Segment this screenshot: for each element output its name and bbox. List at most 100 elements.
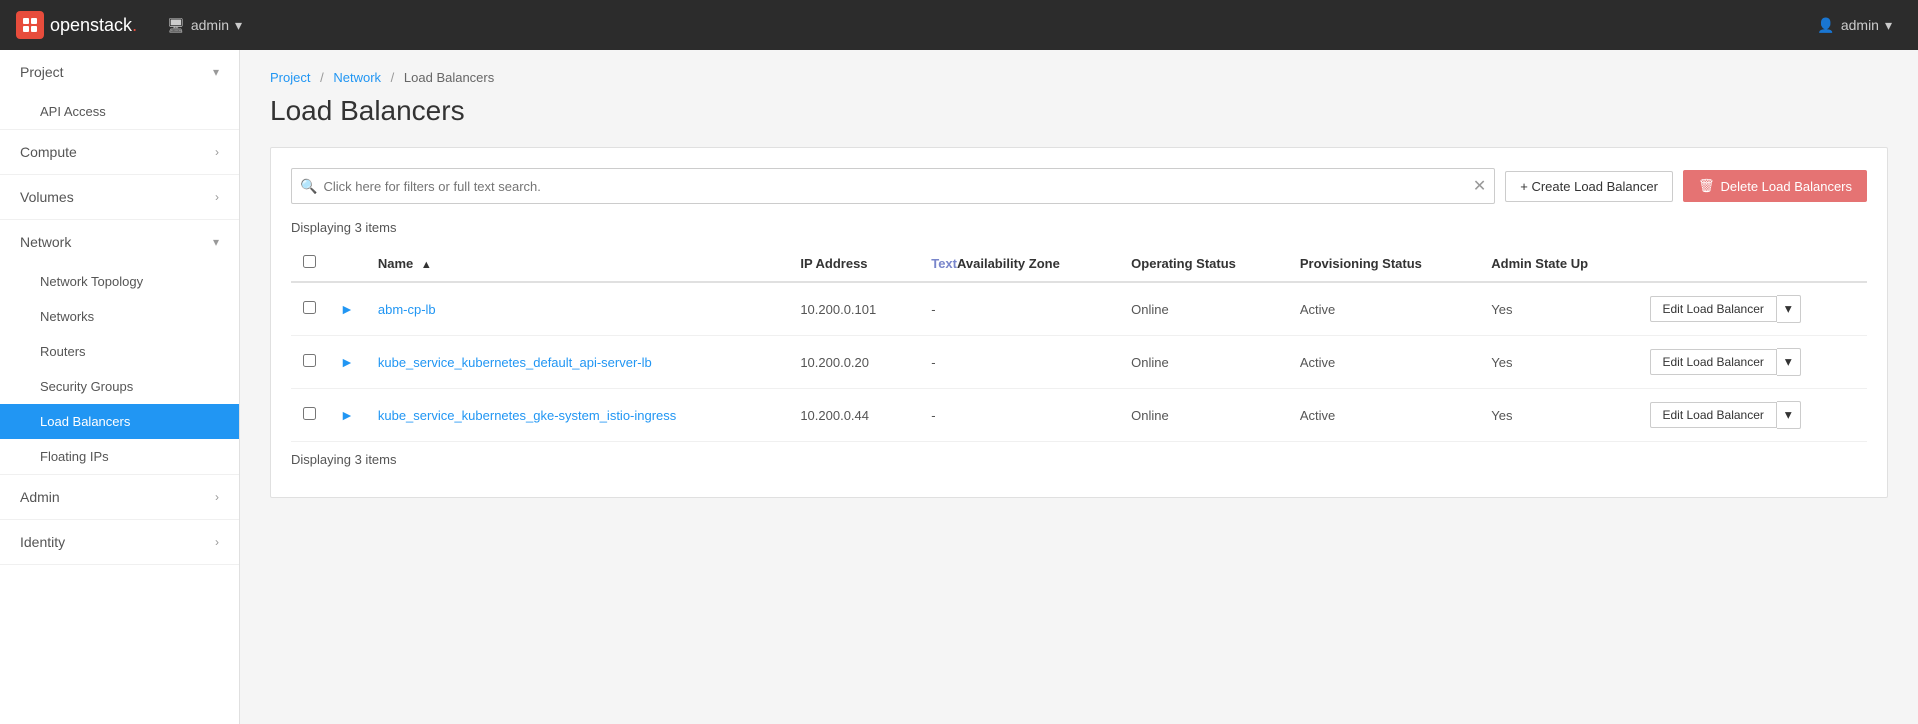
create-load-balancer-button[interactable]: + Create Load Balancer [1505,171,1673,202]
edit-lb-button-0[interactable]: Edit Load Balancer [1650,296,1777,322]
expand-button-2[interactable]: ► [340,407,354,423]
admin-label: Admin [20,489,60,505]
actions-cell-1: Edit Load Balancer ▾ [1638,336,1868,389]
edit-lb-button-2[interactable]: Edit Load Balancer [1650,402,1777,428]
user-icon: 👤 [1817,17,1834,34]
main-content: Project / Network / Load Balancers Load … [240,50,1918,724]
network-section: Network ▾ Network Topology Networks Rout… [0,220,239,475]
row-checkbox-0[interactable] [303,301,316,314]
lb-name-link-1[interactable]: kube_service_kubernetes_default_api-serv… [378,355,652,370]
expand-button-1[interactable]: ► [340,354,354,370]
table-row: ► kube_service_kubernetes_default_api-se… [291,336,1867,389]
availability-zone-cell-1: - [919,336,1119,389]
edit-lb-dropdown-1[interactable]: ▾ [1777,348,1801,376]
breadcrumb: Project / Network / Load Balancers [240,50,1918,85]
sidebar-item-admin[interactable]: Admin › [0,475,239,519]
row-checkbox-cell [291,336,328,389]
admin-state-up-column-header: Admin State Up [1479,245,1637,282]
chevron-down-icon-n: ▾ [213,235,219,249]
search-input[interactable] [323,179,1472,194]
sidebar-item-identity[interactable]: Identity › [0,520,239,564]
user-label: admin [1841,17,1879,33]
ip-address-cell-1: 10.200.0.20 [788,336,919,389]
expand-cell-0: ► [328,282,366,336]
expand-cell-2: ► [328,389,366,442]
user-menu[interactable]: 👤 admin ▾ [1807,11,1902,40]
sidebar-item-compute[interactable]: Compute › [0,130,239,174]
row-checkbox-cell [291,282,328,336]
sidebar: Project ▾ API Access Compute › Volumes ›… [0,50,240,724]
actions-cell-2: Edit Load Balancer ▾ [1638,389,1868,442]
availability-zone-cell-2: - [919,389,1119,442]
logo-text: openstack. [50,15,137,36]
sidebar-item-load-balancers[interactable]: Load Balancers [0,404,239,439]
sidebar-item-volumes[interactable]: Volumes › [0,175,239,219]
search-icon: 🔍 [300,178,317,195]
chevron-right-icon-a: › [215,490,219,504]
actions-cell-0: Edit Load Balancer ▾ [1638,282,1868,336]
name-cell-0: abm-cp-lb [366,282,788,336]
clear-search-icon[interactable]: ✕ [1473,176,1486,196]
user-dropdown-icon: ▾ [1885,17,1892,34]
identity-label: Identity [20,534,65,550]
search-bar: 🔍 ✕ + Create Load Balancer 🗑 Delete Load… [291,168,1867,204]
table-row: ► kube_service_kubernetes_gke-system_ist… [291,389,1867,442]
ip-address-cell-2: 10.200.0.44 [788,389,919,442]
lb-name-link-0[interactable]: abm-cp-lb [378,302,436,317]
admin-section: Admin › [0,475,239,520]
delete-label: Delete Load Balancers [1720,179,1852,194]
breadcrumb-project[interactable]: Project [270,70,310,85]
admin-state-up-cell-1: Yes [1479,336,1637,389]
compute-section: Compute › [0,130,239,175]
admin-project-selector[interactable]: 🖥 admin ▾ [157,11,252,40]
chevron-down-icon: ▾ [213,65,219,79]
breadcrumb-current: Load Balancers [404,70,494,85]
network-label: Network [20,234,71,250]
table-header-row: Name ▲ IP Address TextAvailability Zone … [291,245,1867,282]
admin-project-label: admin [191,17,229,33]
edit-lb-button-1[interactable]: Edit Load Balancer [1650,349,1777,375]
dropdown-icon: ▾ [235,17,242,34]
operating-status-cell-2: Online [1119,389,1288,442]
select-all-checkbox[interactable] [303,255,316,268]
volumes-label: Volumes [20,189,74,205]
openstack-logo: openstack. [16,11,137,39]
load-balancers-table: Name ▲ IP Address TextAvailability Zone … [291,245,1867,442]
trash-icon: 🗑 [1698,178,1715,194]
delete-load-balancers-button[interactable]: 🗑 Delete Load Balancers [1683,170,1867,202]
sidebar-item-network[interactable]: Network ▾ [0,220,239,264]
sidebar-item-project[interactable]: Project ▾ [0,50,239,94]
availability-zone-cell-0: - [919,282,1119,336]
expand-button-0[interactable]: ► [340,301,354,317]
select-all-header [291,245,328,282]
breadcrumb-network[interactable]: Network [333,70,381,85]
edit-lb-dropdown-0[interactable]: ▾ [1777,295,1801,323]
provisioning-status-cell-2: Active [1288,389,1479,442]
sidebar-item-routers[interactable]: Routers [0,334,239,369]
row-checkbox-1[interactable] [303,354,316,367]
sidebar-item-api-access[interactable]: API Access [0,94,239,129]
monitor-icon: 🖥 [167,17,185,34]
admin-state-up-cell-2: Yes [1479,389,1637,442]
navbar-right: 👤 admin ▾ [1807,11,1902,40]
operating-status-cell-1: Online [1119,336,1288,389]
row-checkbox-cell [291,389,328,442]
sidebar-item-security-groups[interactable]: Security Groups [0,369,239,404]
compute-label: Compute [20,144,77,160]
row-checkbox-2[interactable] [303,407,316,420]
sidebar-item-floating-ips[interactable]: Floating IPs [0,439,239,474]
name-cell-2: kube_service_kubernetes_gke-system_istio… [366,389,788,442]
provisioning-status-cell-0: Active [1288,282,1479,336]
search-input-wrap: 🔍 ✕ [291,168,1495,204]
brand: openstack. [16,11,137,39]
sidebar-item-network-topology[interactable]: Network Topology [0,264,239,299]
availability-zone-column-header: TextAvailability Zone [919,245,1119,282]
project-label: Project [20,64,64,80]
displaying-items-top: Displaying 3 items [291,220,1867,235]
edit-lb-dropdown-2[interactable]: ▾ [1777,401,1801,429]
displaying-items-bottom: Displaying 3 items [291,452,1867,467]
content-area: 🔍 ✕ + Create Load Balancer 🗑 Delete Load… [270,147,1888,498]
sidebar-item-networks[interactable]: Networks [0,299,239,334]
lb-name-link-2[interactable]: kube_service_kubernetes_gke-system_istio… [378,408,676,423]
name-column-header[interactable]: Name ▲ [366,245,788,282]
